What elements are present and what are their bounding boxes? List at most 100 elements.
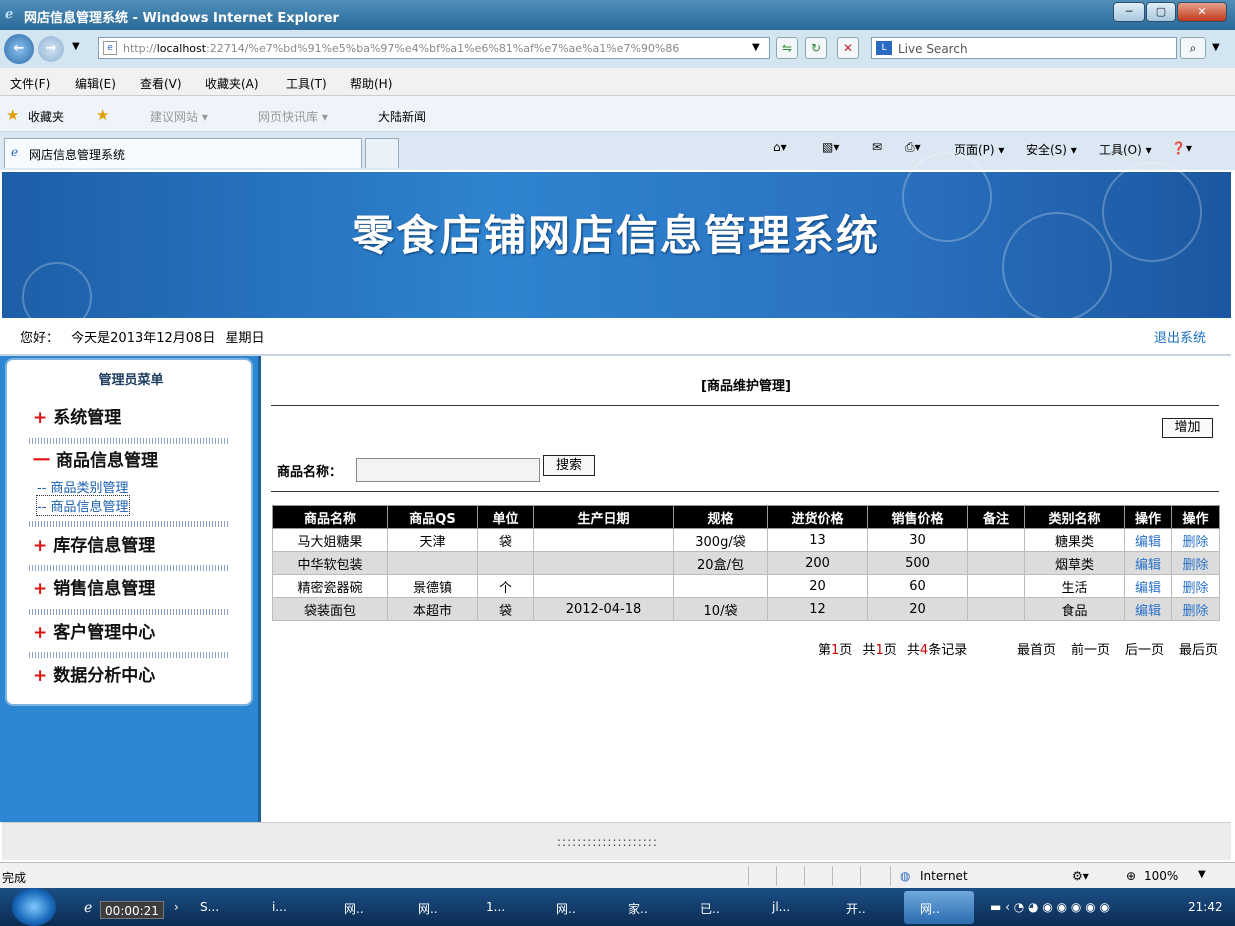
delete-link[interactable]: 删除 (1171, 597, 1220, 621)
edit-link[interactable]: 编辑 (1124, 574, 1172, 598)
close-button[interactable]: ✕ (1177, 2, 1227, 22)
tray-icons: ▬ ‹ ◔ ◕ ◉ ◉ ◉ ◉ ◉ (990, 900, 1110, 914)
divider (29, 438, 229, 444)
menu-product-management[interactable]: 一商品信息管理 (33, 446, 158, 471)
search-button[interactable]: 搜索 (543, 455, 595, 476)
cell-date (533, 551, 674, 575)
cell-spec (673, 574, 768, 598)
help-icon[interactable]: ❓▾ (1171, 141, 1192, 155)
column-header: 进货价格 (767, 505, 868, 529)
prev-page-link[interactable]: 前一页 (1071, 639, 1110, 658)
taskbar: ℯ 00:00:21 › S... i... 网.. 网.. 1... 网.. … (0, 888, 1235, 926)
taskbar-item[interactable]: 开.. (846, 900, 866, 917)
menu-edit[interactable]: 编辑(E) (75, 75, 116, 92)
globe-icon: ◍ (900, 869, 911, 883)
next-page-link[interactable]: 后一页 (1125, 639, 1164, 658)
product-name-search-input[interactable] (356, 458, 540, 482)
stop-icon[interactable]: ✕ (837, 37, 859, 59)
taskbar-item[interactable]: 网.. (556, 900, 576, 917)
last-page-link[interactable]: 最后页 (1179, 639, 1218, 658)
search-icon[interactable]: ⌕ (1180, 37, 1206, 59)
feeds-icon[interactable]: ▧▾ (822, 140, 839, 154)
taskbar-arrow-icon[interactable]: › (174, 900, 179, 914)
cell-qs: 景德镇 (387, 574, 478, 598)
mail-icon[interactable]: ✉ (872, 140, 882, 154)
edit-link[interactable]: 编辑 (1124, 597, 1172, 621)
home-icon[interactable]: ⌂▾ (773, 140, 787, 154)
cell-remark (967, 528, 1025, 552)
taskbar-item[interactable]: 已.. (700, 900, 720, 917)
taskbar-item[interactable]: i... (272, 900, 287, 914)
fav-news[interactable]: 大陆新闻 (378, 108, 426, 125)
edit-link[interactable]: 编辑 (1124, 528, 1172, 552)
taskbar-item[interactable]: 家.. (628, 900, 648, 917)
fav-suggested-sites[interactable]: 建议网站 ▾ (150, 108, 208, 125)
taskbar-item[interactable]: jl... (772, 900, 790, 914)
add-button[interactable]: 增加 (1162, 418, 1213, 438)
zoom-level[interactable]: 100% (1144, 869, 1178, 883)
menu-tools[interactable]: 工具(T) (286, 75, 327, 92)
expand-icon: + (33, 623, 48, 643)
back-arrow-icon[interactable]: ← (4, 34, 34, 64)
add-favorite-icon[interactable]: ★ (96, 106, 109, 124)
search-placeholder: Live Search (898, 42, 968, 56)
menu-inventory-management[interactable]: + 库存信息管理 (33, 531, 155, 556)
search-input[interactable]: L Live Search (871, 37, 1177, 59)
protected-mode-icon[interactable]: ⚙▾ (1072, 869, 1089, 883)
compat-view-icon[interactable]: ⇋ (776, 37, 798, 59)
menu-customer-center[interactable]: + 客户管理中心 (33, 618, 155, 643)
new-tab-button[interactable] (365, 138, 399, 168)
zoom-dropdown-icon[interactable]: ▼ (1198, 869, 1206, 880)
divider (776, 866, 777, 886)
forward-arrow-icon[interactable]: → (38, 36, 64, 62)
submenu-category-management[interactable]: -- 商品类别管理 (37, 477, 129, 496)
zoom-icon[interactable]: ⊕ (1126, 869, 1136, 883)
url-dropdown-icon[interactable]: ▼ (752, 42, 760, 53)
sidebar: 管理员菜单 + 系统管理 一商品信息管理 -- 商品类别管理 -- 商品信息管理 … (0, 356, 258, 822)
taskbar-item[interactable]: S... (200, 900, 219, 914)
delete-link[interactable]: 删除 (1171, 551, 1220, 575)
favorites-button[interactable]: 收藏夹 (28, 108, 64, 125)
start-button[interactable] (12, 888, 56, 926)
column-header: 商品QS (387, 505, 478, 529)
taskbar-item[interactable]: 1... (486, 900, 505, 914)
cell-purchase-price: 200 (767, 551, 868, 575)
section-label: 销售信息管理 (53, 579, 156, 599)
ie-quicklaunch-icon[interactable]: ℯ (84, 900, 92, 916)
tab-current[interactable]: ℯ 网店信息管理系统 (4, 138, 362, 168)
tools-menu[interactable]: 工具(O) ▾ (1099, 141, 1152, 158)
history-dropdown-icon[interactable]: ▼ (72, 41, 80, 52)
tab-ie-icon: ℯ (11, 145, 19, 159)
table-row: 精密瓷器碗 景德镇 个 20 60 生活 编辑 删除 (272, 574, 1220, 598)
edit-link[interactable]: 编辑 (1124, 551, 1172, 575)
menu-system-management[interactable]: + 系统管理 (33, 403, 121, 428)
divider (29, 609, 229, 615)
taskbar-item[interactable]: 网.. (344, 900, 364, 917)
search-options-icon[interactable]: ▼ (1212, 42, 1220, 53)
delete-link[interactable]: 删除 (1171, 528, 1220, 552)
submenu-product-info-management[interactable]: -- 商品信息管理 (36, 495, 130, 516)
taskbar-item[interactable]: 网.. (920, 900, 940, 917)
logout-link[interactable]: 退出系统 (1154, 327, 1206, 346)
maximize-button[interactable]: ▢ (1146, 2, 1176, 22)
safety-menu[interactable]: 安全(S) ▾ (1026, 141, 1077, 158)
first-page-link[interactable]: 最首页 (1017, 639, 1056, 658)
minimize-button[interactable]: ─ (1113, 2, 1145, 22)
menu-favorites[interactable]: 收藏夹(A) (205, 75, 259, 92)
pager-text: 第 (818, 643, 832, 658)
cell-name: 袋装面包 (272, 597, 388, 621)
menu-help[interactable]: 帮助(H) (350, 75, 392, 92)
refresh-icon[interactable]: ↻ (805, 37, 827, 59)
fav-webslice-gallery[interactable]: 网页快讯库 ▾ (258, 108, 328, 125)
menu-data-analysis-center[interactable]: + 数据分析中心 (33, 661, 155, 686)
menu-file[interactable]: 文件(F) (10, 75, 50, 92)
url-field[interactable]: e http://localhost:22714/%e7%bd%91%e5%ba%… (98, 37, 770, 59)
print-icon[interactable]: ⎙▾ (905, 140, 921, 155)
cell-unit (477, 551, 534, 575)
taskbar-item[interactable]: 网.. (418, 900, 438, 917)
banner-decor (22, 262, 92, 332)
menu-sales-management[interactable]: + 销售信息管理 (33, 574, 155, 599)
delete-link[interactable]: 删除 (1171, 574, 1220, 598)
cell-remark (967, 551, 1025, 575)
menu-view[interactable]: 查看(V) (140, 75, 182, 92)
